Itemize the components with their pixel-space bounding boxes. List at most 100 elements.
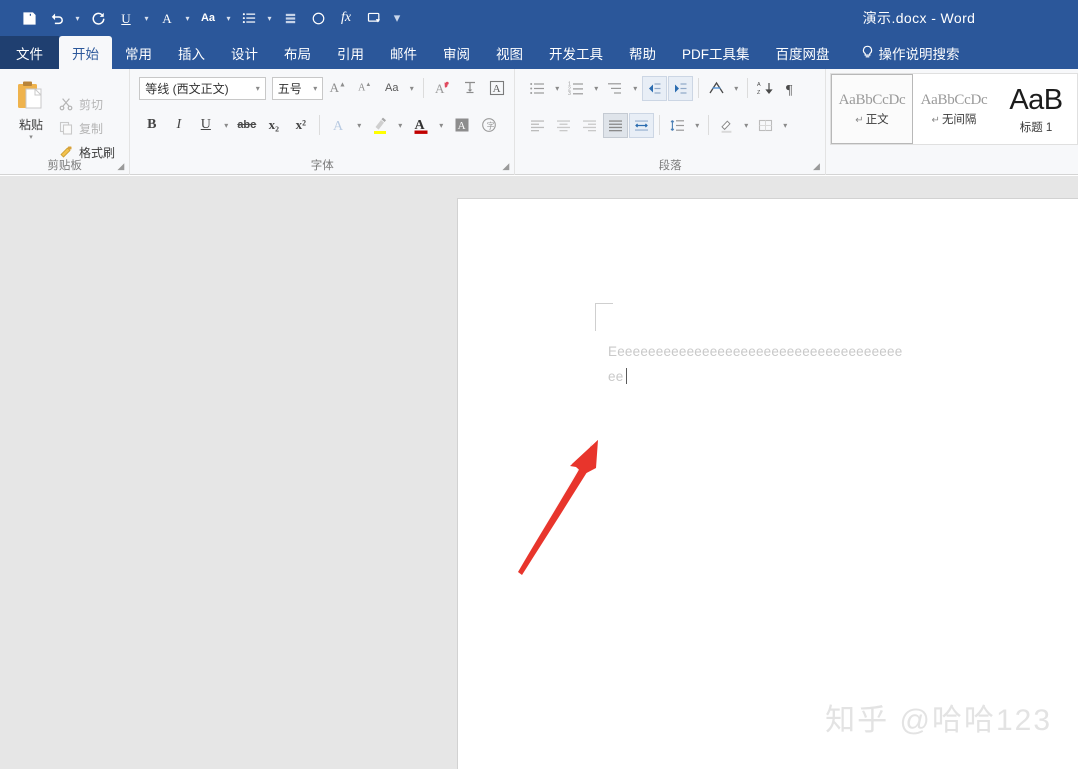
- italic-button[interactable]: I: [166, 113, 191, 138]
- text-effects-gallery-caret[interactable]: ▾: [353, 113, 365, 138]
- tell-me-search[interactable]: 操作说明搜索: [843, 36, 973, 69]
- align-center-icon[interactable]: [551, 113, 576, 138]
- line-spacing-icon[interactable]: [665, 113, 690, 138]
- font-size-combo[interactable]: 五号 ▾: [271, 76, 324, 100]
- character-border-icon[interactable]: 字: [476, 113, 501, 138]
- grow-font-icon[interactable]: A▲: [325, 76, 350, 101]
- tab-help[interactable]: 帮助: [616, 36, 669, 69]
- borders-caret[interactable]: ▾: [779, 113, 791, 138]
- style-item-body[interactable]: AaBbCcDc ↵ 正文: [831, 74, 913, 144]
- tab-baidu-netdisk-label: 百度网盘: [775, 46, 830, 62]
- shading-caret[interactable]: ▾: [740, 113, 752, 138]
- align-left-icon[interactable]: [525, 113, 550, 138]
- clear-formatting-icon[interactable]: [457, 76, 482, 101]
- increase-indent-icon[interactable]: [668, 75, 694, 101]
- screenshot-icon[interactable]: [361, 5, 387, 31]
- font-color-ribbon-caret[interactable]: ▾: [435, 113, 447, 138]
- copy-button[interactable]: 复制: [57, 119, 115, 138]
- undo-icon[interactable]: [44, 5, 70, 31]
- bullet-list-icon[interactable]: [236, 5, 262, 31]
- bold-button[interactable]: B: [139, 113, 164, 138]
- tab-insert[interactable]: 插入: [165, 36, 218, 69]
- underline-button[interactable]: U: [193, 113, 218, 138]
- paste-dropdown-caret[interactable]: ▾: [29, 133, 33, 141]
- align-right-icon[interactable]: [577, 113, 602, 138]
- font-size-caret[interactable]: ▾: [310, 84, 320, 93]
- watermark: 知乎 @哈哈123: [825, 704, 1052, 737]
- underline-dropdown-caret[interactable]: ▾: [141, 5, 152, 31]
- highlight-color-caret[interactable]: ▾: [394, 113, 406, 138]
- shape-circle-icon[interactable]: [305, 5, 331, 31]
- multilevel-list-caret[interactable]: ▾: [629, 76, 641, 101]
- change-case-ribbon-caret[interactable]: ▾: [406, 76, 417, 101]
- font-name-combo[interactable]: 等线 (西文正文) ▾: [139, 76, 266, 100]
- tab-pdf-tools[interactable]: PDF工具集: [669, 36, 763, 69]
- tab-insert-label: 插入: [178, 46, 205, 62]
- tab-review[interactable]: 审阅: [430, 36, 483, 69]
- font-dialog-launcher[interactable]: ◢: [500, 161, 511, 172]
- tab-common[interactable]: 常用: [112, 36, 165, 69]
- bullet-list-dropdown-caret[interactable]: ▾: [264, 5, 275, 31]
- numbering-caret[interactable]: ▾: [590, 76, 602, 101]
- customize-qat-icon[interactable]: ▾: [389, 5, 405, 31]
- multilevel-list-icon[interactable]: [603, 76, 628, 101]
- svg-text:A: A: [435, 81, 445, 96]
- save-icon[interactable]: [16, 5, 42, 31]
- tab-layout[interactable]: 布局: [271, 36, 324, 69]
- tab-mailings[interactable]: 邮件: [377, 36, 430, 69]
- subscript-button[interactable]: x₂: [261, 113, 286, 138]
- clipboard-dialog-launcher[interactable]: ◢: [115, 161, 126, 172]
- tab-file[interactable]: 文件: [0, 36, 59, 69]
- font-color-ribbon-icon[interactable]: A: [408, 113, 433, 138]
- text-effects-icon[interactable]: A: [430, 76, 455, 101]
- character-shading-icon[interactable]: A: [449, 113, 474, 138]
- lightbulb-icon: [861, 45, 874, 61]
- sort-icon[interactable]: AZ: [753, 76, 778, 101]
- shading-icon[interactable]: [714, 113, 739, 138]
- font-name-caret[interactable]: ▾: [253, 84, 263, 93]
- equation-icon[interactable]: fx: [333, 5, 359, 31]
- ribbon: 粘贴 ▾ 剪切 复制 格式刷 剪贴板 ◢ 等线 (西文正文) ▾ 五号 ▾ A▲…: [0, 69, 1078, 175]
- paragraph-block-icon[interactable]: [277, 5, 303, 31]
- superscript-button[interactable]: x²: [288, 113, 313, 138]
- tab-developer[interactable]: 开发工具: [536, 36, 616, 69]
- document-canvas[interactable]: Eeeeeeeeeeeeeeeeeeeeeeeeeeeeeeeeeeeeeeee…: [0, 176, 1078, 769]
- document-body-text[interactable]: Eeeeeeeeeeeeeeeeeeeeeeeeeeeeeeeeeeeeeeee: [608, 339, 908, 389]
- shrink-font-icon[interactable]: A▲: [352, 76, 377, 101]
- font-separator-2: [319, 115, 321, 135]
- justify-icon[interactable]: [603, 112, 629, 138]
- document-page[interactable]: Eeeeeeeeeeeeeeeeeeeeeeeeeeeeeeeeeeeeeeee: [458, 199, 1078, 769]
- underline-ribbon-caret[interactable]: ▾: [220, 113, 232, 138]
- text-effects-gallery-icon[interactable]: A: [326, 113, 351, 138]
- bullets-icon[interactable]: [525, 76, 550, 101]
- tab-design[interactable]: 设计: [218, 36, 271, 69]
- tab-references[interactable]: 引用: [324, 36, 377, 69]
- cut-button[interactable]: 剪切: [57, 95, 115, 114]
- phonetic-guide-icon[interactable]: A: [484, 76, 509, 101]
- highlight-color-icon[interactable]: [367, 113, 392, 138]
- font-color-icon[interactable]: A: [154, 5, 180, 31]
- tab-home[interactable]: 开始: [59, 36, 112, 69]
- tab-view[interactable]: 视图: [483, 36, 536, 69]
- change-case-dropdown-caret[interactable]: ▾: [223, 5, 234, 31]
- redo-icon[interactable]: [85, 5, 111, 31]
- change-case-icon[interactable]: Aa: [195, 5, 221, 31]
- underline-icon[interactable]: U: [113, 5, 139, 31]
- font-color-dropdown-caret[interactable]: ▾: [182, 5, 193, 31]
- decrease-indent-icon[interactable]: [642, 75, 668, 101]
- bullets-caret[interactable]: ▾: [551, 76, 563, 101]
- change-case-ribbon-icon[interactable]: Aa: [379, 76, 404, 101]
- style-item-heading1[interactable]: AaB 标题 1: [995, 74, 1077, 144]
- asian-layout-caret[interactable]: ▾: [730, 76, 742, 101]
- undo-dropdown-caret[interactable]: ▾: [72, 5, 83, 31]
- distributed-align-icon[interactable]: [629, 112, 655, 138]
- paragraph-dialog-launcher[interactable]: ◢: [811, 161, 822, 172]
- style-item-no-spacing[interactable]: AaBbCcDc ↵ 无间隔: [913, 74, 995, 144]
- borders-icon[interactable]: [753, 113, 778, 138]
- asian-layout-icon[interactable]: [704, 76, 729, 101]
- show-formatting-marks-icon[interactable]: ¶: [779, 76, 804, 101]
- line-spacing-caret[interactable]: ▾: [691, 113, 703, 138]
- numbering-icon[interactable]: 123: [564, 76, 589, 101]
- strikethrough-button[interactable]: abc: [234, 113, 259, 138]
- tab-baidu-netdisk[interactable]: 百度网盘: [763, 36, 843, 69]
